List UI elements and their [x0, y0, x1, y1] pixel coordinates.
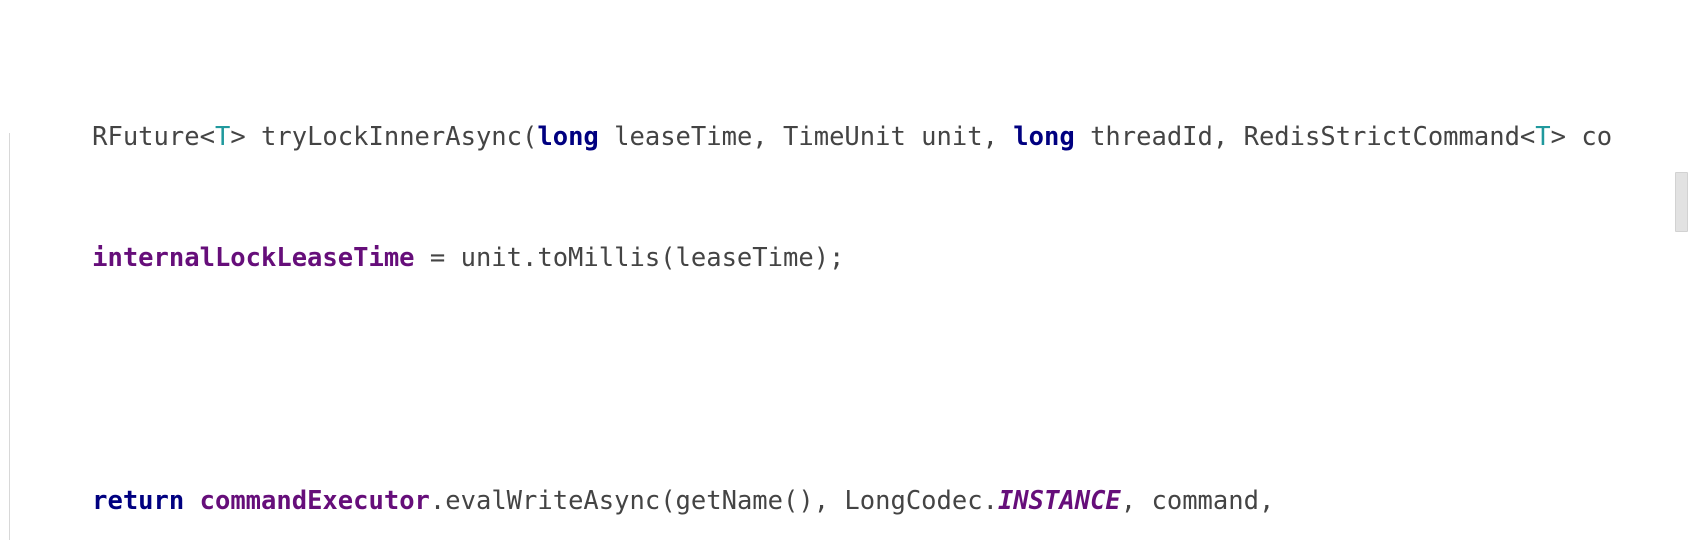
code-content[interactable]: RFuture<T> tryLockInnerAsync(long leaseT… — [0, 0, 1690, 540]
token-field-internallockleasetime: internalLockLeaseTime — [92, 243, 415, 274]
token-params-2: threadId, RedisStrictCommand< — [1074, 121, 1536, 152]
token-keyword-long-1: long — [537, 121, 599, 152]
vertical-scrollbar-track[interactable] — [1675, 0, 1690, 540]
code-line-1[interactable]: RFuture<T> tryLockInnerAsync(long leaseT… — [0, 91, 1690, 152]
code-line-4[interactable]: return commandExecutor.evalWriteAsync(ge… — [0, 456, 1690, 516]
token-params-tail: > co — [1550, 121, 1613, 152]
token-keyword-return: return — [92, 486, 185, 517]
token-static-instance: INSTANCE — [997, 486, 1121, 517]
token-method-name: > tryLockInnerAsync( — [230, 121, 538, 152]
code-editor[interactable]: RFuture<T> tryLockInnerAsync(long leaseT… — [0, 0, 1690, 540]
token-assignment: = unit.toMillis(leaseTime); — [414, 243, 845, 274]
token-generic-t-2: T — [1535, 121, 1551, 152]
code-line-3-blank[interactable] — [0, 334, 1690, 364]
token-command-arg: , command, — [1120, 486, 1275, 517]
token-evalwriteasync: .evalWriteAsync(getName(), LongCodec. — [429, 486, 998, 517]
token-generic-t: T — [214, 121, 231, 152]
code-line-2[interactable]: internalLockLeaseTime = unit.toMillis(le… — [0, 213, 1690, 273]
token-field-commandexecutor: commandExecutor — [199, 486, 430, 517]
vertical-scrollbar-thumb[interactable] — [1675, 172, 1688, 232]
token-rfuture: RFuture< — [92, 121, 215, 152]
token-params-1: leaseTime, TimeUnit unit, — [598, 121, 1014, 152]
token-space-1 — [184, 486, 199, 516]
token-keyword-long-2: long — [1013, 121, 1075, 152]
